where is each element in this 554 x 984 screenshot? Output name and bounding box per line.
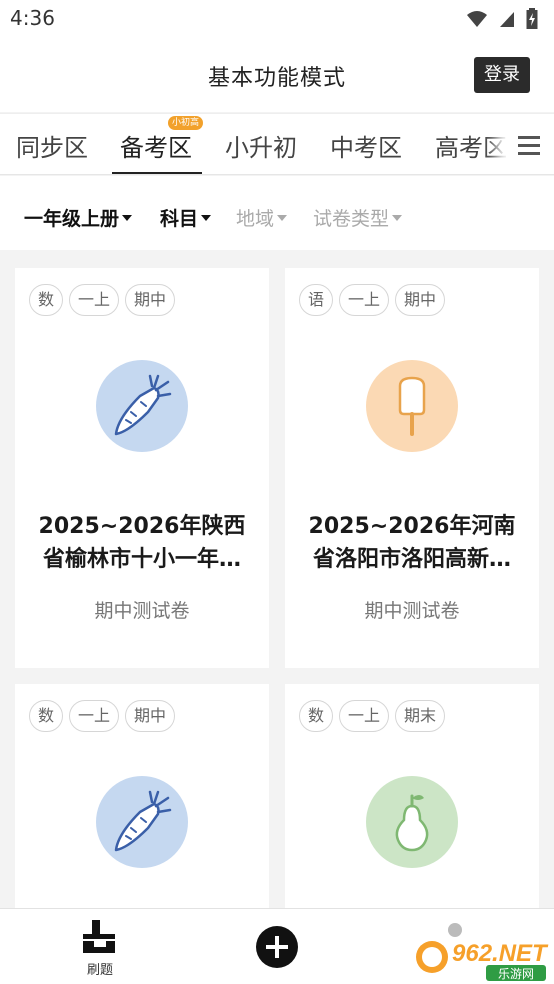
active-tab-indicator — [112, 172, 202, 174]
tab-high-school-entrance[interactable]: 中考区 — [330, 128, 402, 163]
page-title: 基本功能模式 — [207, 66, 346, 91]
menu-icon[interactable] — [506, 114, 554, 174]
tab-exam-prep[interactable]: 备考区 — [120, 128, 192, 163]
popsicle-icon — [366, 360, 458, 452]
paper-card[interactable]: 数 一上 期中 — [15, 684, 269, 908]
paper-title: 2025~2026年河南 省洛阳市洛阳高新… — [299, 510, 525, 576]
tab-college-entrance[interactable]: 高考区 — [435, 128, 507, 163]
plus-circle-icon[interactable] — [255, 925, 299, 969]
grade-tag: 一上 — [339, 700, 389, 732]
carrot-icon — [96, 776, 188, 868]
paper-card[interactable]: 数 一上 期中 2025~2026年陕西 省榆林市十小一年… 期中测试卷 — [15, 268, 269, 668]
status-time: 4:36 — [10, 6, 55, 30]
filter-bar: 一年级上册 科目 地域 试卷类型 — [0, 176, 554, 250]
watermark-logo-subtext: 乐游网 — [498, 967, 534, 981]
login-button[interactable]: 登录 — [474, 57, 530, 93]
term-tag: 期中 — [125, 284, 175, 316]
paper-title-line2: 省榆林市十小一年… — [42, 547, 241, 572]
paper-card[interactable]: 语 一上 期中 2025~2026年河南 省洛阳市洛阳高新… 期中测试卷 — [285, 268, 539, 668]
term-tag: 期中 — [125, 700, 175, 732]
term-tag: 期中 — [395, 284, 445, 316]
subject-filter[interactable]: 科目 — [160, 204, 212, 231]
signal-icon — [500, 12, 514, 27]
grade-tag: 一上 — [339, 284, 389, 316]
bottom-nav: 刷题 962.NET 乐游网 — [0, 908, 554, 984]
paper-card[interactable]: 数 一上 期末 — [285, 684, 539, 908]
paper-title-line2: 省洛阳市洛阳高新… — [312, 547, 511, 572]
paper-type-filter[interactable]: 试卷类型 — [313, 204, 403, 231]
paper-title-line1: 2025~2026年陕西 — [38, 514, 246, 539]
tab-sync[interactable]: 同步区 — [16, 128, 88, 163]
card-tags: 数 一上 期中 — [29, 284, 175, 316]
pear-icon — [366, 776, 458, 868]
dropdown-arrow-icon — [122, 214, 133, 221]
subject-tag: 语 — [299, 284, 333, 316]
wifi-icon — [467, 11, 487, 27]
watermark-logo: 962.NET 乐游网 — [414, 933, 550, 983]
term-tag: 期末 — [395, 700, 445, 732]
dropdown-arrow-icon — [392, 214, 403, 221]
subject-tag: 数 — [29, 700, 63, 732]
tab-badge: 小初高 — [168, 116, 204, 130]
grade-filter[interactable]: 一年级上册 — [24, 204, 133, 231]
dropdown-arrow-icon — [277, 214, 288, 221]
region-filter-label: 地域 — [236, 208, 275, 230]
tab-primary-to-middle[interactable]: 小升初 — [225, 128, 297, 163]
paper-type-filter-label: 试卷类型 — [313, 208, 390, 230]
watermark-logo-text: 962.NET — [452, 940, 549, 967]
status-bar: 4:36 — [0, 0, 554, 38]
card-tags: 语 一上 期中 — [299, 284, 445, 316]
card-tags: 数 一上 期末 — [299, 700, 445, 732]
grade-tag: 一上 — [69, 700, 119, 732]
category-tabs: 同步区 备考区 小初高 小升初 中考区 高考区 — [0, 113, 554, 175]
region-filter[interactable]: 地域 — [236, 204, 288, 231]
subject-filter-label: 科目 — [160, 208, 199, 230]
carrot-icon — [96, 360, 188, 452]
paper-type: 期中测试卷 — [94, 600, 190, 622]
paper-type: 期中测试卷 — [364, 600, 460, 622]
practice-icon[interactable] — [80, 917, 120, 957]
subject-tag: 数 — [29, 284, 63, 316]
grade-filter-label: 一年级上册 — [24, 208, 120, 230]
paper-title: 2025~2026年陕西 省榆林市十小一年… — [29, 510, 255, 576]
dropdown-arrow-icon — [201, 214, 212, 221]
paper-title-line1: 2025~2026年河南 — [308, 514, 516, 539]
status-icons — [466, 8, 538, 30]
card-tags: 数 一上 期中 — [29, 700, 175, 732]
practice-tab-label[interactable]: 刷题 — [80, 959, 120, 978]
battery-icon — [526, 8, 538, 29]
subject-tag: 数 — [299, 700, 333, 732]
title-bar: 基本功能模式 登录 — [0, 38, 554, 112]
grade-tag: 一上 — [69, 284, 119, 316]
